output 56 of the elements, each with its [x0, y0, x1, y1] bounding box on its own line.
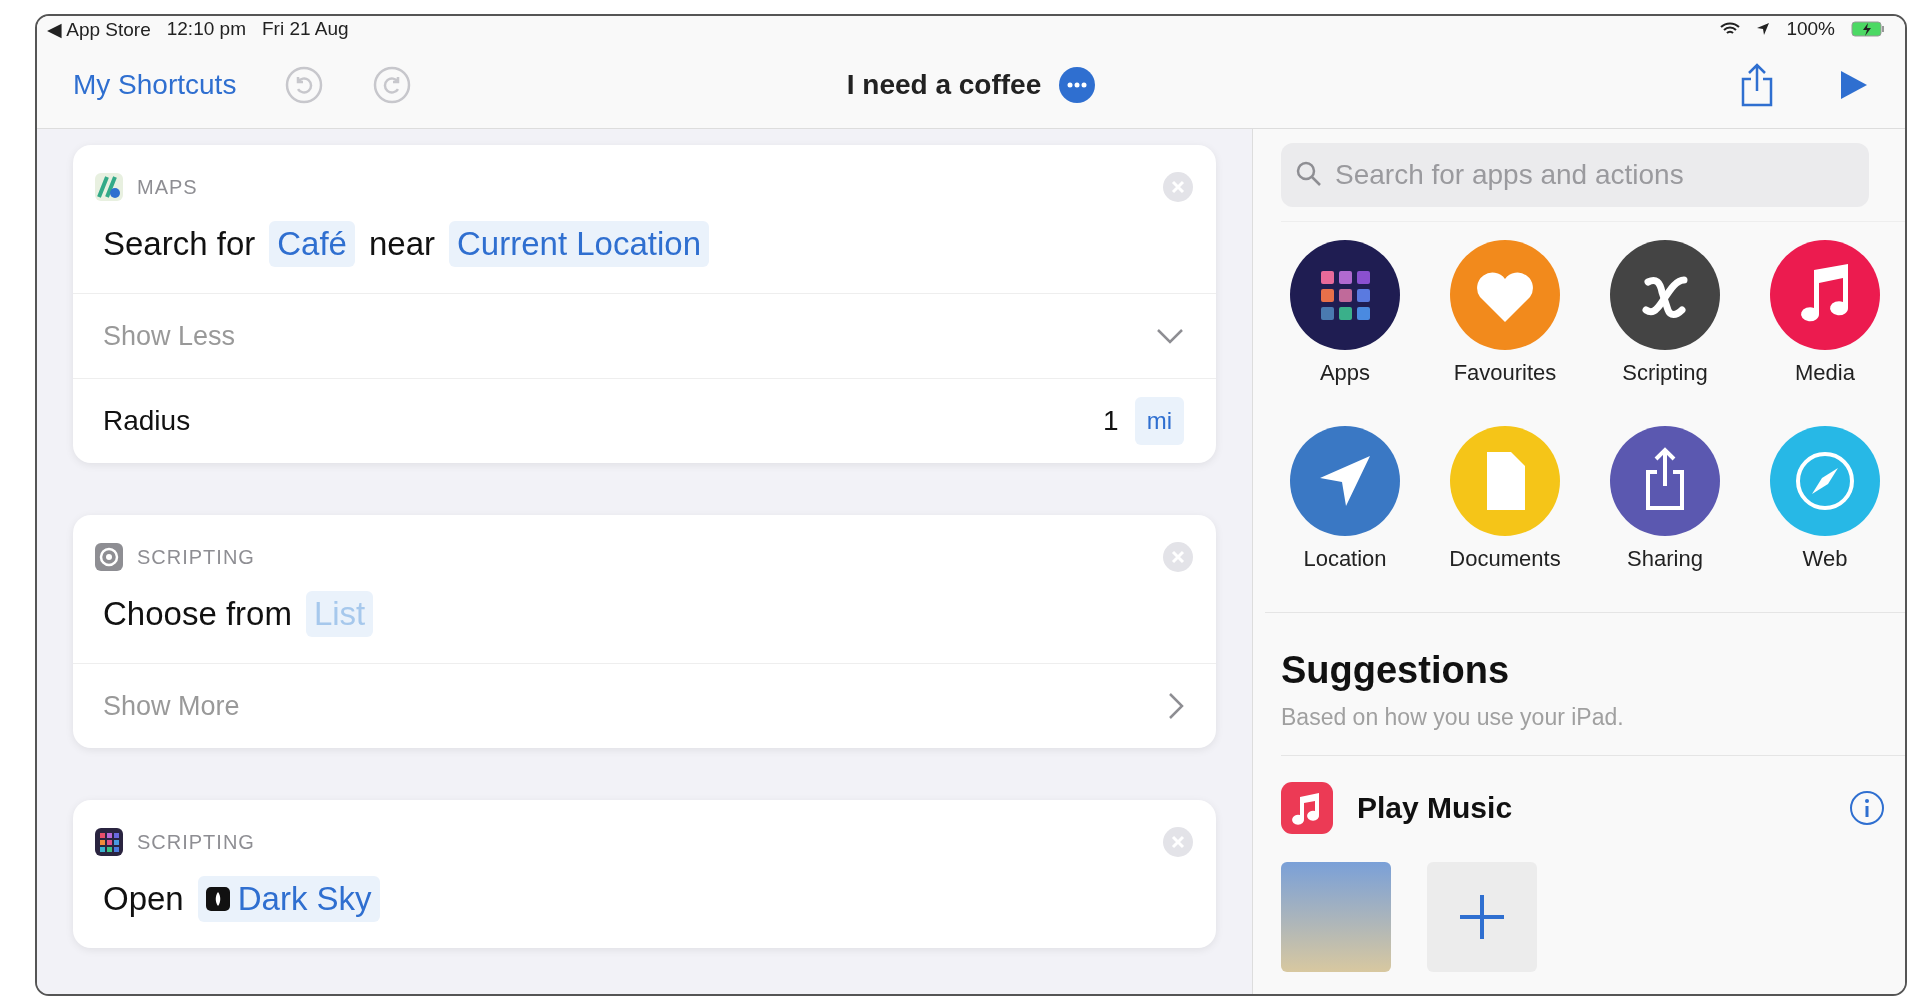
category-variable-icon[interactable] [1610, 240, 1720, 350]
category-share-icon[interactable] [1610, 426, 1720, 536]
action-text: near [368, 225, 436, 263]
battery-percentage: 100% [1786, 18, 1835, 40]
back-link[interactable]: My Shortcuts [73, 69, 237, 101]
category-label: Documents [1449, 546, 1561, 572]
section-subtitle: Based on how you use your iPad. [1281, 704, 1625, 731]
action-app-label: SCRIPTING [137, 545, 255, 569]
action-text: Open [103, 880, 184, 918]
category-label: Scripting [1622, 360, 1708, 386]
map-icon [95, 173, 123, 201]
action-text: Search for [103, 225, 256, 263]
category-label: Sharing [1627, 546, 1703, 572]
category-label: Web [1802, 546, 1848, 572]
battery-icon [1851, 21, 1885, 37]
add-music-button[interactable] [1427, 862, 1537, 972]
location-icon [1756, 22, 1771, 36]
category-grid-icon[interactable] [1290, 240, 1400, 350]
gear-icon [95, 543, 123, 571]
unit-token[interactable]: mi [1134, 397, 1184, 445]
action-card[interactable]: MAPS Search for Café near Current Location Show Less Radius 1 mi [73, 145, 1216, 463]
action-app-label: MAPS [137, 175, 198, 199]
parameter-token[interactable]: Café [269, 221, 355, 267]
chevron-right-icon[interactable] [1168, 692, 1184, 720]
status-date: Fri 21 Aug [261, 18, 349, 40]
action-text: Choose from [103, 595, 292, 633]
action-card[interactable]: SCRIPTING Choose from List Show More [73, 515, 1216, 748]
action-app-label: SCRIPTING [137, 830, 255, 854]
show-toggle[interactable]: Show Less [103, 320, 236, 352]
app-token[interactable]: Dark Sky [197, 876, 380, 922]
music-note-icon [1281, 782, 1333, 834]
parameter-token[interactable]: Current Location [449, 221, 709, 267]
category-compass-icon[interactable] [1770, 426, 1880, 536]
share-icon[interactable] [1739, 63, 1775, 107]
suggestion-title[interactable]: Play Music [1357, 791, 1513, 825]
show-toggle[interactable]: Show More [103, 690, 240, 722]
category-label: Favourites [1453, 360, 1557, 386]
category-label: Apps [1319, 360, 1371, 386]
more-icon[interactable] [1059, 67, 1096, 103]
category-doc-icon[interactable] [1450, 426, 1560, 536]
section-heading: Suggestions [1281, 649, 1511, 692]
category-label: Media [1795, 360, 1855, 386]
app-grid-icon [95, 828, 123, 856]
raindrop-icon [205, 887, 230, 911]
info-icon[interactable] [1849, 790, 1885, 826]
category-label: Location [1303, 546, 1387, 572]
category-note-icon[interactable] [1770, 240, 1880, 350]
shortcut-title: I need a coffee [846, 69, 1042, 101]
search-field[interactable]: Search for apps and actions [1281, 143, 1869, 207]
parameter-label: Radius [103, 405, 191, 437]
chevron-down-icon[interactable] [1156, 328, 1184, 344]
parameter-value[interactable]: 1 [1103, 405, 1119, 437]
back-to-app-link[interactable]: ◀ App Store [47, 17, 151, 41]
action-card[interactable]: SCRIPTING Open Dark Sky [73, 800, 1216, 948]
status-time: 12:10 pm [166, 18, 246, 40]
wifi-icon [1720, 22, 1741, 36]
